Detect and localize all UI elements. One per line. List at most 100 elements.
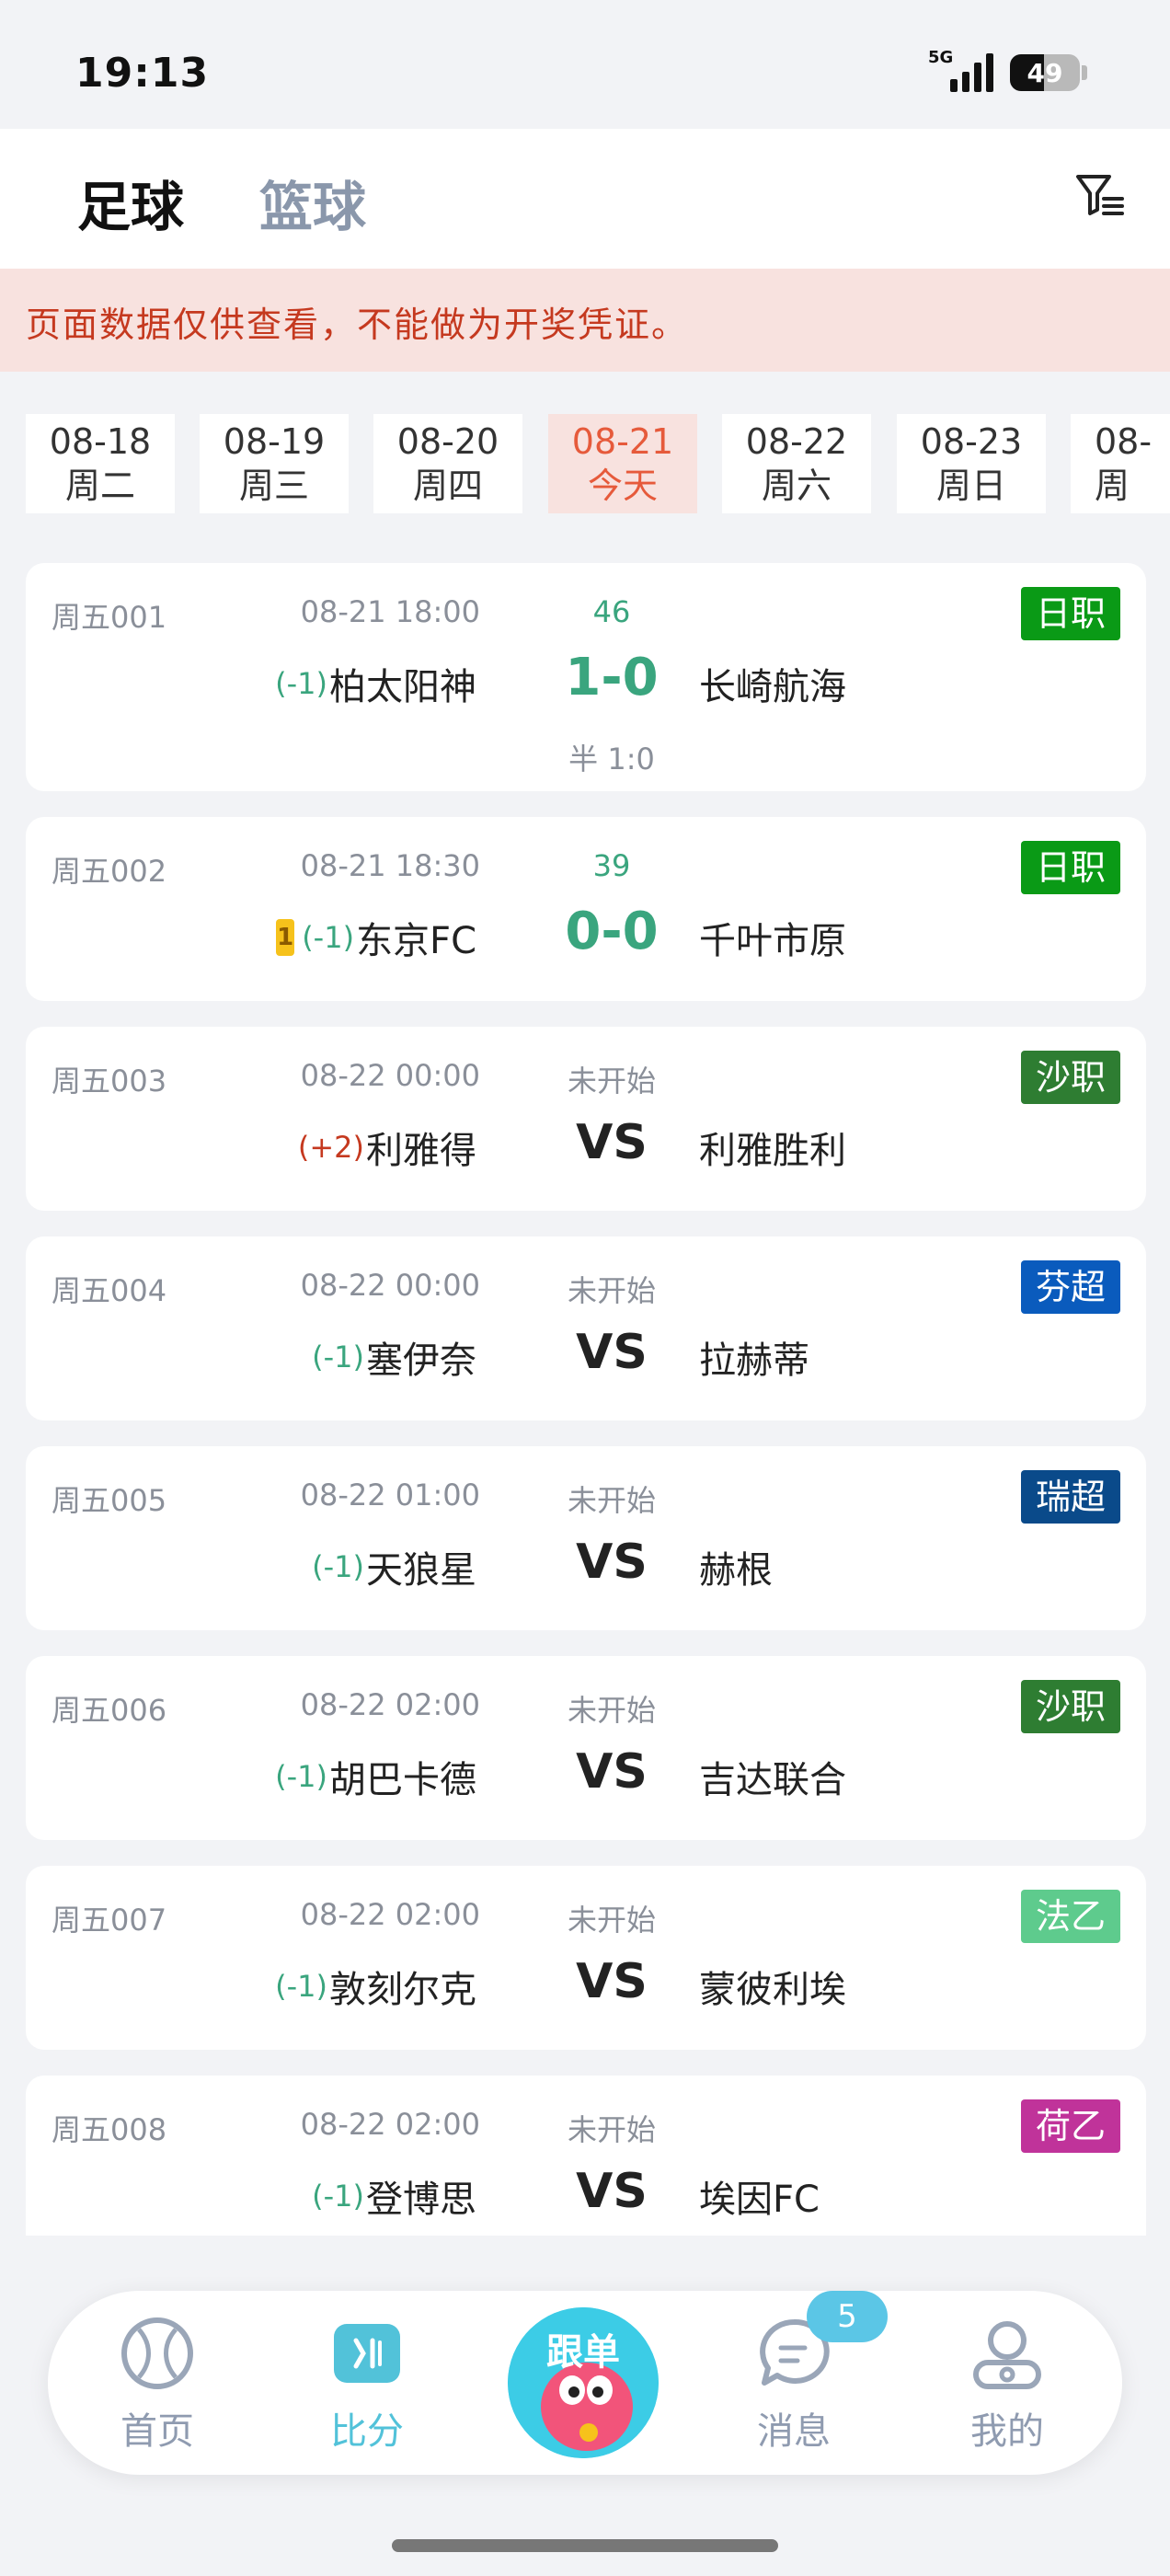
yellow-card-badge: 1 [276,919,295,956]
chat-icon: 5 [755,2291,888,2392]
away-team-name: 利雅胜利 [699,1130,846,1172]
handicap: (-1) [302,920,355,955]
match-card[interactable]: 周五001 08-21 18:00 46 日职 (-1) 柏太阳神 1-0 长崎… [26,563,1146,791]
home-team-name: 利雅得 [366,1130,476,1172]
league-badge: 沙职 [1020,1680,1120,1733]
bottom-navigation: 首页 比分 跟单 5 消息 我的 [48,2291,1122,2475]
match-status: 未开始 [567,1064,656,1098]
home-indicator [392,2539,778,2552]
cellular-signal-icon: 5G [928,48,993,92]
match-code: 周五004 [52,1273,167,1308]
away-team-name: 埃因FC [699,2179,820,2221]
date-tab[interactable]: 08- 周 [1071,414,1170,513]
match-time: 08-22 01:00 [300,1478,480,1512]
match-time: 08-22 02:00 [300,2107,480,2142]
away-team-name: 拉赫蒂 [699,1340,809,1382]
home-team: (-1) 天狼星 [312,1540,476,1593]
date-tab[interactable]: 08-20 周四 [373,414,522,513]
handicap: (+2) [297,1130,364,1165]
handicap: (-1) [275,1759,327,1794]
away-team-name: 蒙彼利埃 [699,1969,846,2011]
status-bar: 19:13 5G 49 [0,0,1170,129]
date-tab[interactable]: 08-22 周六 [722,414,871,513]
match-vs: VS [576,1954,648,2009]
match-score: 1-0 [565,648,659,707]
match-minute: 39 [592,848,631,883]
filter-icon[interactable] [1072,167,1128,223]
league-badge: 荷乙 [1020,2099,1120,2153]
league-badge: 瑞超 [1020,1470,1120,1524]
nav-home[interactable]: 首页 [88,2315,226,2455]
nav-score-label: 比分 [330,2410,404,2453]
sport-tabs: 足球 篮球 [0,129,1170,269]
match-vs: VS [576,2164,648,2219]
match-status: 未开始 [567,1483,656,1518]
date-tab[interactable]: 08-18 周二 [26,414,175,513]
match-card[interactable]: 周五005 08-22 01:00 未开始 瑞超 (-1) 天狼星 VS 赫根 [26,1446,1146,1630]
home-team-name: 东京FC [356,920,476,962]
home-team: (-1) 塞伊奈 [312,1330,476,1384]
handicap: (-1) [312,1340,364,1374]
follow-bet-button[interactable]: 跟单 [508,2307,659,2458]
away-team-name: 长崎航海 [699,666,846,708]
match-card[interactable]: 周五008 08-22 02:00 未开始 荷乙 (-1) 登博思 VS 埃因F… [26,2076,1146,2236]
match-vs: VS [576,1115,648,1170]
match-time: 08-22 00:00 [300,1268,480,1303]
date-tab-today[interactable]: 08-21 今天 [548,414,697,513]
match-time: 08-22 02:00 [300,1897,480,1932]
match-vs: VS [576,1744,648,1800]
match-status: 未开始 [567,1273,656,1308]
match-card[interactable]: 周五004 08-22 00:00 未开始 芬超 (-1) 塞伊奈 VS 拉赫蒂 [26,1236,1146,1420]
match-code: 周五007 [52,1903,167,1938]
match-card[interactable]: 周五003 08-22 00:00 未开始 沙职 (+2) 利雅得 VS 利雅胜… [26,1027,1146,1211]
home-team: (-1) 登博思 [312,2169,476,2223]
handicap: (-1) [275,1969,327,2004]
nav-home-label: 首页 [120,2410,194,2453]
away-team-name: 千叶市原 [699,920,846,962]
match-card[interactable]: 周五002 08-21 18:30 39 日职 1 (-1) 东京FC 0-0 … [26,817,1146,1001]
match-code: 周五001 [52,600,167,635]
league-badge: 沙职 [1020,1051,1120,1104]
home-team: (-1) 胡巴卡德 [275,1750,476,1803]
league-badge: 法乙 [1020,1890,1120,1943]
match-vs: VS [576,1325,648,1380]
status-time: 19:13 [75,50,210,97]
handicap: (-1) [312,2179,364,2214]
home-team-name: 柏太阳神 [329,666,476,708]
nav-messages-label: 消息 [757,2410,831,2453]
battery-level: 49 [1027,57,1063,88]
league-badge: 日职 [1020,587,1120,640]
tab-football[interactable]: 足球 [77,164,184,241]
match-card[interactable]: 周五006 08-22 02:00 未开始 沙职 (-1) 胡巴卡德 VS 吉达… [26,1656,1146,1840]
follow-bet-label: 跟单 [546,2331,620,2374]
match-time: 08-22 02:00 [300,1687,480,1722]
match-code: 周五006 [52,1693,167,1728]
nav-mine[interactable]: 我的 [938,2315,1076,2455]
home-team: (-1) 柏太阳神 [275,657,476,710]
away-team-name: 赫根 [699,1549,773,1592]
match-time: 08-21 18:30 [300,848,480,883]
match-score: 0-0 [565,902,659,961]
nav-mine-label: 我的 [970,2410,1044,2453]
match-code: 周五003 [52,1064,167,1098]
home-team: (-1) 敦刻尔克 [275,1960,476,2013]
match-card[interactable]: 周五007 08-22 02:00 未开始 法乙 (-1) 敦刻尔克 VS 蒙彼… [26,1866,1146,2050]
match-time: 08-21 18:00 [300,594,480,629]
tab-basketball[interactable]: 篮球 [259,164,366,241]
match-code: 周五005 [52,1483,167,1518]
date-tab[interactable]: 08-19 周三 [200,414,349,513]
league-badge: 日职 [1020,841,1120,894]
half-time-score: 半 1:0 [568,742,655,776]
away-team-name: 吉达联合 [699,1759,846,1801]
nav-score[interactable]: 比分 [298,2315,436,2455]
home-team-name: 登博思 [366,2179,476,2221]
scoreboard-icon [328,2315,406,2392]
home-team: 1 (-1) 东京FC [276,911,476,964]
date-tab[interactable]: 08-23 周日 [897,414,1046,513]
date-selector: 08-18 周二 08-19 周三 08-20 周四 08-21 今天 08-2… [0,405,1170,515]
league-badge: 芬超 [1020,1260,1120,1314]
handicap: (-1) [312,1549,364,1584]
football-icon [119,2315,196,2392]
nav-messages[interactable]: 5 消息 [725,2291,888,2455]
match-code: 周五002 [52,854,167,889]
